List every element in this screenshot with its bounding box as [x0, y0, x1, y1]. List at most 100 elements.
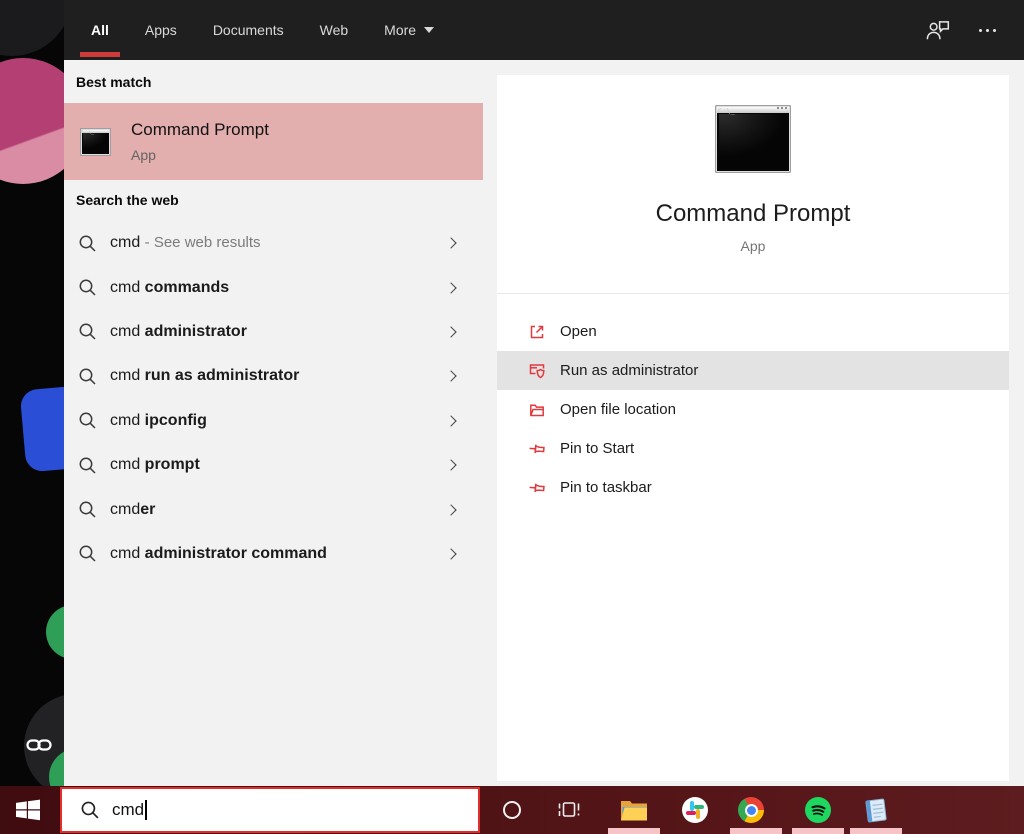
pin-icon [528, 440, 546, 458]
blue-square-shape [20, 386, 64, 473]
chevron-right-icon [445, 371, 456, 382]
suggestion-row[interactable]: cmd administrator [64, 310, 483, 354]
ellipsis-icon[interactable] [977, 25, 998, 36]
search-input-value: cmd [112, 800, 144, 820]
tab-all[interactable]: All [90, 20, 110, 40]
spotify-icon[interactable] [804, 796, 832, 824]
green-circle-shape [46, 605, 64, 659]
action-label: Pin to Start [560, 440, 634, 457]
dark-circle-shape [0, 0, 64, 56]
search-results-panel: Best match C:\_ Command Prompt App Searc… [64, 60, 1024, 786]
action-label: Pin to taskbar [560, 479, 652, 496]
command-prompt-icon: C:\_ [715, 105, 791, 173]
search-icon [78, 367, 97, 386]
search-icon [78, 500, 97, 519]
suggestion-row[interactable]: cmd - See web results [64, 221, 483, 265]
running-app-indicator [730, 828, 782, 834]
suggestion-text: cmd ipconfig [110, 412, 207, 430]
best-match-header: Best match [76, 74, 151, 90]
action-open-file-location[interactable]: Open file location [497, 390, 1009, 429]
best-match-type: App [131, 147, 269, 163]
notepad-icon[interactable] [862, 796, 890, 824]
running-app-indicator [792, 828, 844, 834]
suggestion-text: cmd run as administrator [110, 367, 299, 385]
command-prompt-icon: C:\_ [80, 128, 111, 156]
open-icon [528, 323, 546, 341]
filter-tabs: All Apps Documents Web More [64, 20, 435, 40]
suggestion-text: cmd commands [110, 279, 229, 297]
cortana-icon[interactable] [498, 796, 526, 824]
tab-apps[interactable]: Apps [144, 20, 178, 40]
chevron-right-icon [445, 282, 456, 293]
preview-type: App [497, 238, 1009, 254]
chrome-icon[interactable] [737, 796, 765, 824]
search-filter-bar: All Apps Documents Web More [64, 0, 1024, 60]
chevron-right-icon [445, 459, 456, 470]
start-button[interactable] [14, 796, 42, 824]
search-icon [78, 278, 97, 297]
preview-title: Command Prompt [497, 200, 1009, 228]
divider [497, 293, 1009, 294]
chevron-down-icon [424, 27, 434, 33]
suggestion-row[interactable]: cmder [64, 487, 483, 531]
search-icon [78, 234, 97, 253]
search-icon [78, 544, 97, 563]
suggestion-text: cmd administrator [110, 323, 247, 341]
slack-icon[interactable] [681, 796, 709, 824]
window-control-dots [777, 107, 787, 109]
taskbar: cmd [0, 786, 1024, 834]
suggestion-row[interactable]: cmd administrator command [64, 532, 483, 576]
suggestion-text: cmd prompt [110, 456, 200, 474]
pink-circle-shape [0, 58, 64, 184]
chevron-right-icon [445, 548, 456, 559]
best-match-title: Command Prompt [131, 120, 269, 140]
suggestion-text: cmd administrator command [110, 545, 327, 563]
action-open[interactable]: Open [497, 312, 1009, 351]
running-app-indicator [608, 828, 660, 834]
desktop-wallpaper [0, 0, 64, 834]
chevron-right-icon [445, 415, 456, 426]
suggestion-row[interactable]: cmd ipconfig [64, 399, 483, 443]
chevron-right-icon [445, 326, 456, 337]
search-icon [78, 456, 97, 475]
action-run-as-administrator[interactable]: Run as administrator [497, 351, 1009, 390]
suggestion-row[interactable]: cmd run as administrator [64, 354, 483, 398]
best-match-text: Command Prompt App [131, 120, 269, 163]
search-icon [80, 800, 100, 820]
tab-web[interactable]: Web [319, 20, 350, 40]
action-label: Run as administrator [560, 362, 698, 379]
action-label: Open file location [560, 401, 676, 418]
suggestion-text: cmder [110, 501, 155, 519]
search-web-header: Search the web [76, 192, 179, 208]
suggestion-row[interactable]: cmd commands [64, 265, 483, 309]
taskbar-search-input[interactable]: cmd [60, 787, 480, 833]
folder-icon [528, 401, 546, 419]
tab-documents[interactable]: Documents [212, 20, 285, 40]
suggestion-row[interactable]: cmd prompt [64, 443, 483, 487]
action-pin-to-taskbar[interactable]: Pin to taskbar [497, 468, 1009, 507]
topbar-actions [925, 18, 1024, 42]
suggestion-text: cmd - See web results [110, 234, 261, 252]
action-label: Open [560, 323, 597, 340]
running-app-indicator [850, 828, 902, 834]
action-pin-to-start[interactable]: Pin to Start [497, 429, 1009, 468]
context-actions: Open Run as administrator Open file [497, 312, 1009, 507]
chevron-right-icon [445, 238, 456, 249]
tab-more-label: More [384, 22, 416, 38]
windows-logo-icon [15, 798, 41, 822]
tab-more[interactable]: More [383, 20, 435, 40]
search-icon [78, 322, 97, 341]
account-feedback-icon[interactable] [925, 18, 951, 42]
web-suggestions-list: cmd - See web results cmd commands cmd a… [64, 221, 483, 576]
shield-window-icon [528, 362, 546, 380]
best-match-result[interactable]: C:\_ Command Prompt App [64, 103, 483, 180]
windows-search-screen: All Apps Documents Web More Best match [0, 0, 1024, 834]
chevron-right-icon [445, 504, 456, 515]
text-cursor [145, 800, 147, 820]
pin-icon [528, 479, 546, 497]
file-explorer-icon[interactable] [620, 796, 648, 824]
chain-link-icon [26, 736, 52, 754]
search-icon [78, 411, 97, 430]
preview-panel: C:\_ Command Prompt App Open [497, 75, 1009, 781]
task-view-icon[interactable] [555, 796, 583, 824]
